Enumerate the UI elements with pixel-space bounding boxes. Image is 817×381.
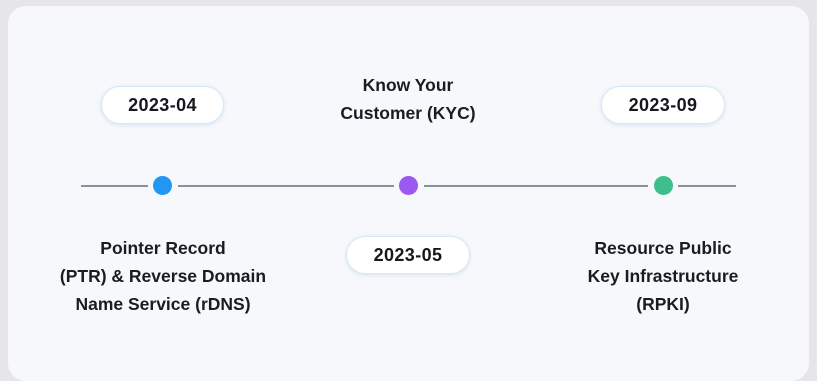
- date-badge-2023-09: 2023-09: [601, 86, 725, 124]
- timeline-line-segment-3: [424, 185, 648, 187]
- event-label-kyc: Know Your Customer (KYC): [298, 71, 518, 127]
- timeline-dot-3: [654, 176, 673, 195]
- event-label-rpki: Resource Public Key Infrastructure (RPKI…: [553, 234, 773, 318]
- event-label-line: Pointer Record: [100, 238, 226, 258]
- date-badge-2023-04: 2023-04: [101, 86, 224, 124]
- timeline-dot-2: [399, 176, 418, 195]
- event-label-line: Name Service (rDNS): [75, 294, 251, 314]
- event-label-line: (RPKI): [636, 294, 690, 314]
- event-label-line: (PTR) & Reverse Domain: [59, 266, 267, 286]
- timeline-dot-1: [153, 176, 172, 195]
- timeline-line-segment-2: [178, 185, 394, 187]
- timeline-line-segment-4: [678, 185, 736, 187]
- date-badge-2023-05: 2023-05: [346, 236, 470, 274]
- timeline-line-segment-1: [81, 185, 148, 187]
- event-label-line: Customer (KYC): [340, 103, 476, 123]
- event-label-line: Key Infrastructure: [587, 266, 739, 286]
- event-label-line: Know Your: [362, 75, 454, 95]
- event-label-line: Resource Public: [594, 238, 732, 258]
- event-label-ptr-rdns: Pointer Record (PTR) & Reverse Domain Na…: [33, 234, 293, 318]
